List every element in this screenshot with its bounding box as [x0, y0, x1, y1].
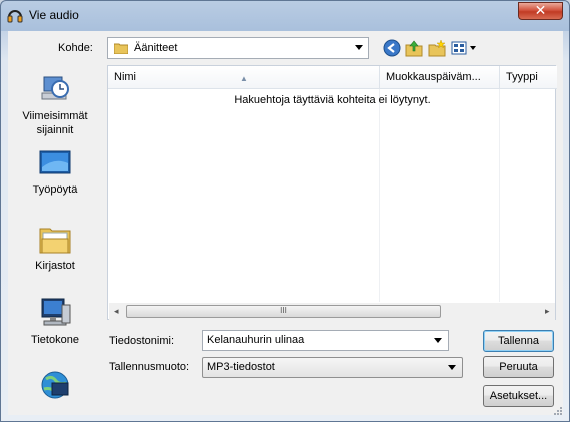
- save-dialog-window: Vie audio ✕ Kohde: Äänitteet Viimeisimmä…: [0, 0, 570, 422]
- scroll-left-icon[interactable]: ◂: [114, 306, 119, 317]
- close-button[interactable]: ✕: [518, 2, 563, 20]
- column-divider: [379, 89, 380, 302]
- resize-grip-icon[interactable]: [553, 406, 563, 416]
- options-button[interactable]: Asetukset...: [483, 385, 554, 407]
- folder-icon: [114, 43, 128, 54]
- format-select[interactable]: MP3-tiedostot: [202, 357, 463, 378]
- filename-label: Tiedostonimi:: [109, 335, 175, 347]
- horizontal-scrollbar[interactable]: ◂ III ▸: [109, 303, 555, 320]
- location-value: Äänitteet: [134, 42, 178, 54]
- grip-icon: III: [280, 306, 287, 315]
- empty-message: Hakuehtoja täyttäviä kohteita ei löytyny…: [234, 94, 431, 106]
- back-icon[interactable]: [383, 39, 401, 57]
- place-label: Tietokone: [31, 334, 79, 346]
- places-bar: Viimeisimmät sijainnit Työpöytä Kirjasto…: [9, 65, 101, 403]
- scroll-thumb[interactable]: III: [126, 305, 441, 318]
- network-icon: [41, 371, 69, 399]
- up-folder-icon[interactable]: [405, 39, 423, 57]
- window-title: Vie audio: [29, 8, 79, 22]
- scroll-right-icon[interactable]: ▸: [545, 306, 550, 317]
- cancel-button[interactable]: Peruuta: [483, 356, 554, 378]
- chevron-down-icon[interactable]: [448, 365, 456, 370]
- column-header-modified[interactable]: Muokkauspäiväm...: [380, 66, 500, 89]
- filename-value: Kelanauhurin ulinaa: [207, 334, 305, 346]
- location-combo[interactable]: Äänitteet: [107, 37, 369, 59]
- sort-ascending-icon: ▲: [240, 74, 248, 83]
- column-header-name[interactable]: Nimi ▲: [108, 66, 380, 89]
- location-label: Kohde:: [58, 42, 93, 54]
- chevron-down-icon[interactable]: [434, 338, 442, 343]
- recent-places-icon: [41, 76, 69, 100]
- file-list[interactable]: Nimi ▲ Muokkauspäiväm... Tyyppi Hakuehto…: [107, 65, 557, 320]
- views-menu-icon[interactable]: [451, 39, 479, 57]
- place-desktop[interactable]: Työpöytä: [9, 149, 101, 197]
- place-computer[interactable]: Tietokone: [9, 297, 101, 347]
- computer-icon: [41, 298, 71, 326]
- headphones-icon: [7, 10, 23, 23]
- place-network[interactable]: [9, 369, 101, 405]
- format-label: Tallennusmuoto:: [109, 361, 190, 373]
- new-folder-icon[interactable]: [428, 39, 446, 57]
- place-label: Kirjastot: [35, 260, 75, 272]
- save-button[interactable]: Tallenna: [483, 330, 554, 352]
- title-bar[interactable]: Vie audio ✕: [1, 1, 569, 29]
- desktop-icon: [39, 150, 71, 174]
- format-value: MP3-tiedostot: [207, 361, 275, 373]
- place-label: Työpöytä: [32, 184, 78, 196]
- column-divider: [499, 89, 500, 302]
- place-label: Viimeisimmät sijainnit: [22, 110, 88, 136]
- place-libraries[interactable]: Kirjastot: [9, 223, 101, 273]
- filename-input[interactable]: Kelanauhurin ulinaa: [202, 330, 449, 351]
- chevron-down-icon[interactable]: [355, 45, 363, 50]
- libraries-icon: [39, 228, 71, 254]
- column-header-type[interactable]: Tyyppi: [500, 66, 557, 89]
- place-recent-locations[interactable]: Viimeisimmät sijainnit: [9, 73, 101, 137]
